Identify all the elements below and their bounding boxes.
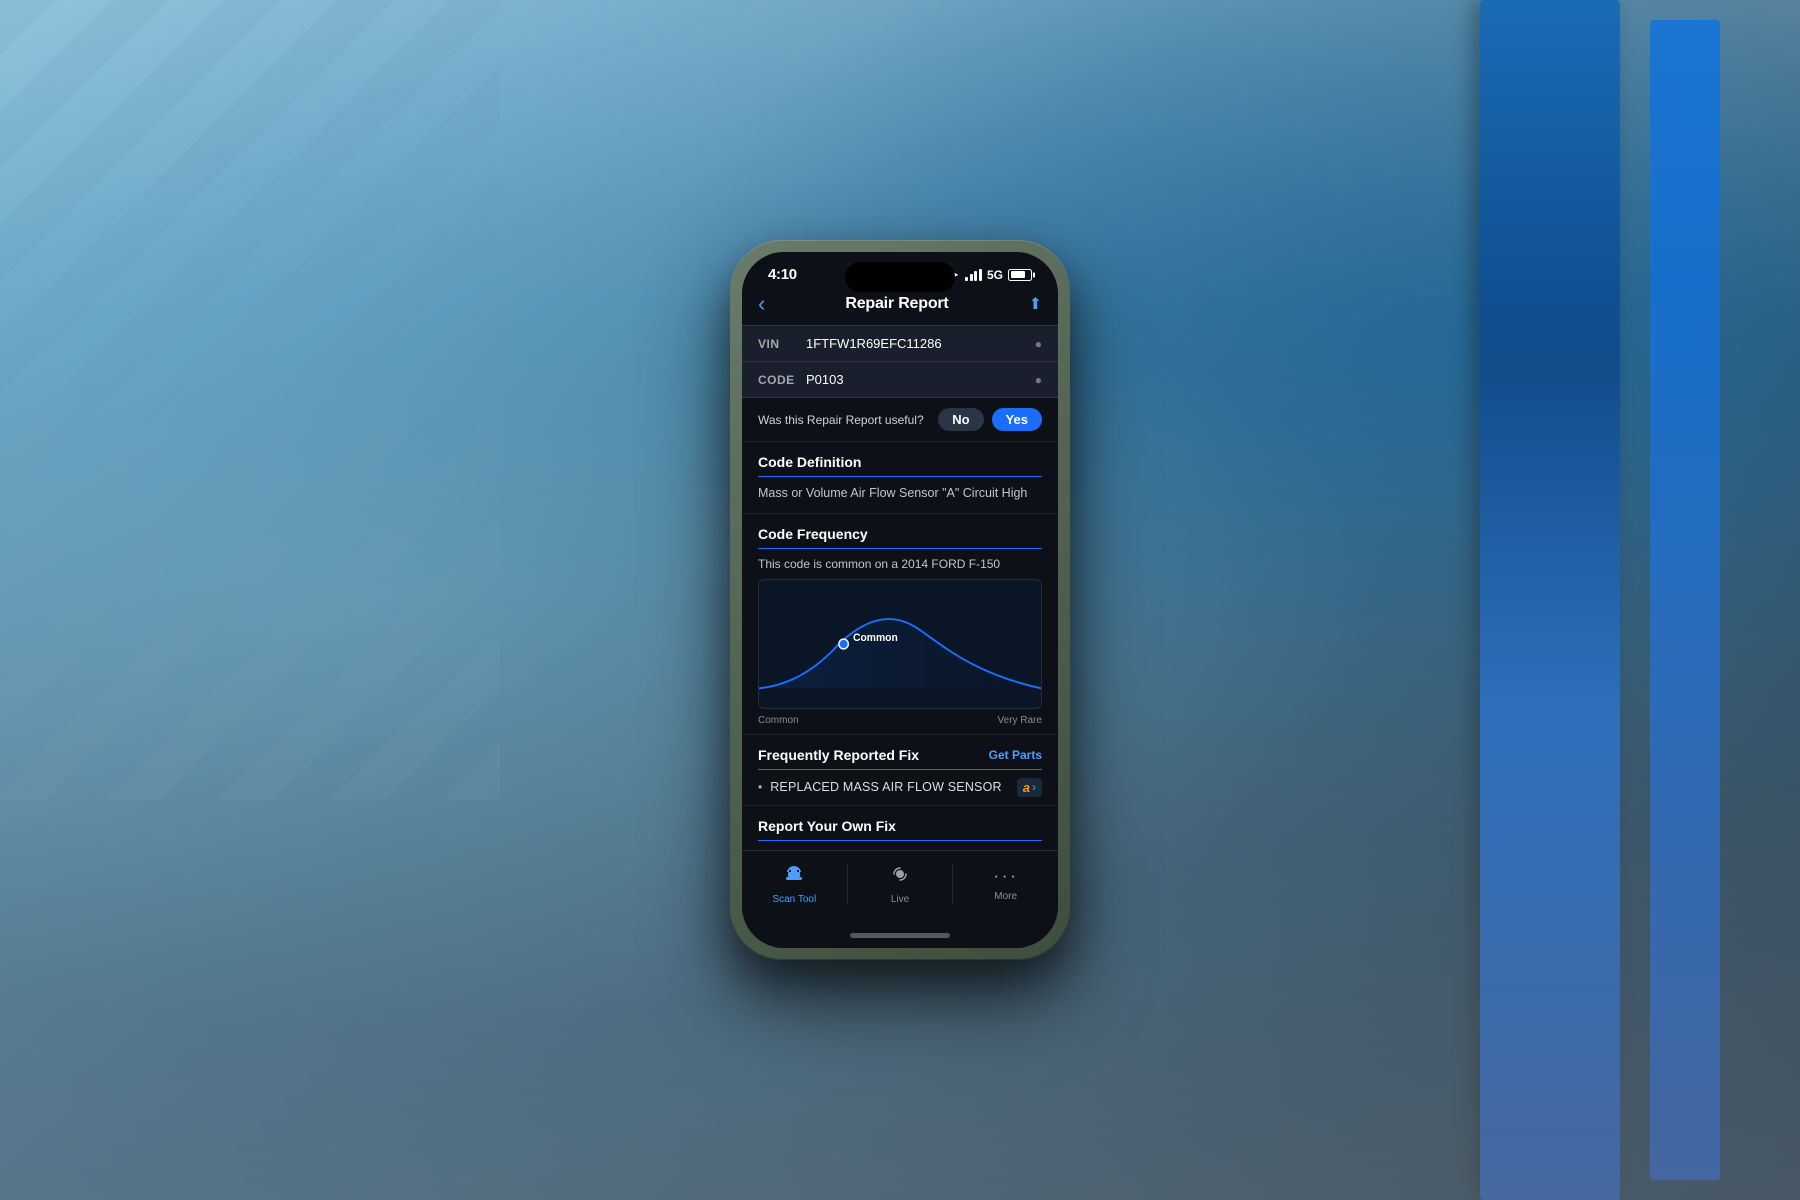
tab-live[interactable]: Live — [848, 859, 953, 909]
page-title: Repair Report — [845, 295, 948, 313]
status-right: ► 5G — [950, 268, 1032, 282]
bg-stairs — [0, 0, 500, 800]
frequency-chart: Common — [758, 579, 1042, 709]
code-definition-section: Code Definition Mass or Volume Air Flow … — [742, 442, 1058, 514]
code-definition-title: Code Definition — [758, 454, 1042, 477]
more-label: More — [994, 891, 1017, 902]
chart-svg: Common — [759, 580, 1041, 708]
amazon-button[interactable]: a › — [1017, 778, 1042, 797]
code-definition-body: Mass or Volume Air Flow Sensor "A" Circu… — [758, 485, 1042, 513]
feedback-no-button[interactable]: No — [938, 408, 983, 431]
nav-header: ‹ Repair Report ⬆ — [742, 287, 1058, 326]
get-parts-button[interactable]: Get Parts — [989, 748, 1042, 762]
vin-value: 1FTFW1R69EFC11286 — [806, 336, 1035, 351]
status-time: 4:10 — [768, 266, 797, 283]
fix-item: • REPLACED MASS AIR FLOW SENSOR a › — [758, 778, 1042, 805]
signal-indicator — [965, 269, 982, 281]
chart-dot — [839, 639, 848, 649]
code-value: P0103 — [806, 372, 1035, 387]
phone-inner: 4:10 ► 5G — [742, 252, 1058, 948]
back-button[interactable]: ‹ — [758, 291, 765, 317]
dynamic-island — [845, 262, 955, 292]
frequency-description: This code is common on a 2014 FORD F-150 — [758, 557, 1042, 571]
signal-bar-4 — [979, 269, 982, 281]
chart-labels: Common Very Rare — [758, 713, 1042, 734]
tab-scan-tool[interactable]: Scan Tool — [742, 859, 847, 909]
tab-more[interactable]: ● ● ● More — [953, 862, 1058, 906]
feedback-question: Was this Repair Report useful? — [758, 413, 924, 427]
svg-text:Common: Common — [853, 631, 898, 643]
battery-icon — [1008, 269, 1032, 281]
scan-tool-label: Scan Tool — [772, 894, 816, 905]
share-button[interactable]: ⬆ — [1029, 294, 1042, 314]
report-fix-title: Report Your Own Fix — [758, 818, 1042, 841]
content-area: VIN 1FTFW1R69EFC11286 ● CODE P0103 ● Was… — [742, 326, 1058, 850]
vin-row[interactable]: VIN 1FTFW1R69EFC11286 ● — [742, 326, 1058, 362]
chart-label-left: Common — [758, 715, 799, 726]
signal-bar-2 — [970, 274, 973, 281]
battery-fill — [1011, 271, 1025, 278]
signal-bar-3 — [974, 271, 977, 281]
code-frequency-section: Code Frequency This code is common on a … — [742, 514, 1058, 735]
bg-blue-rail2 — [1650, 20, 1720, 1180]
report-own-fix-section: Report Your Own Fix Type of Fix Choose a… — [742, 806, 1058, 851]
live-label: Live — [891, 894, 909, 905]
feedback-row: Was this Repair Report useful? No Yes — [742, 398, 1058, 442]
screen: 4:10 ► 5G — [742, 252, 1058, 948]
code-row[interactable]: CODE P0103 ● — [742, 362, 1058, 398]
scan-tool-icon — [783, 863, 805, 891]
feedback-yes-button[interactable]: Yes — [992, 408, 1042, 431]
bg-blue-rail — [1480, 0, 1620, 1200]
signal-bar-1 — [965, 277, 968, 281]
vin-chevron: ● — [1035, 337, 1042, 351]
tab-bar: Scan Tool Live — [742, 850, 1058, 929]
more-icon: ● ● ● — [995, 866, 1017, 888]
vin-label: VIN — [758, 337, 806, 351]
phone-device: 4:10 ► 5G — [730, 240, 1070, 960]
code-frequency-title: Code Frequency — [758, 526, 1042, 549]
amazon-chevron: › — [1032, 780, 1036, 794]
home-indicator — [850, 933, 950, 938]
chart-label-right: Very Rare — [998, 715, 1042, 726]
code-chevron: ● — [1035, 373, 1042, 387]
network-type: 5G — [987, 268, 1003, 282]
scene-center: 4:10 ► 5G — [730, 240, 1070, 960]
fix-text: REPLACED MASS AIR FLOW SENSOR — [770, 780, 1009, 794]
code-label: CODE — [758, 373, 806, 387]
fix-bullet: • — [758, 780, 762, 794]
amazon-logo: a — [1023, 780, 1030, 795]
live-icon — [889, 863, 911, 891]
fix-section-header: Frequently Reported Fix Get Parts — [758, 747, 1042, 770]
feedback-buttons: No Yes — [938, 408, 1042, 431]
frequently-reported-fix-section: Frequently Reported Fix Get Parts • REPL… — [742, 735, 1058, 806]
fix-section-title: Frequently Reported Fix — [758, 747, 919, 763]
